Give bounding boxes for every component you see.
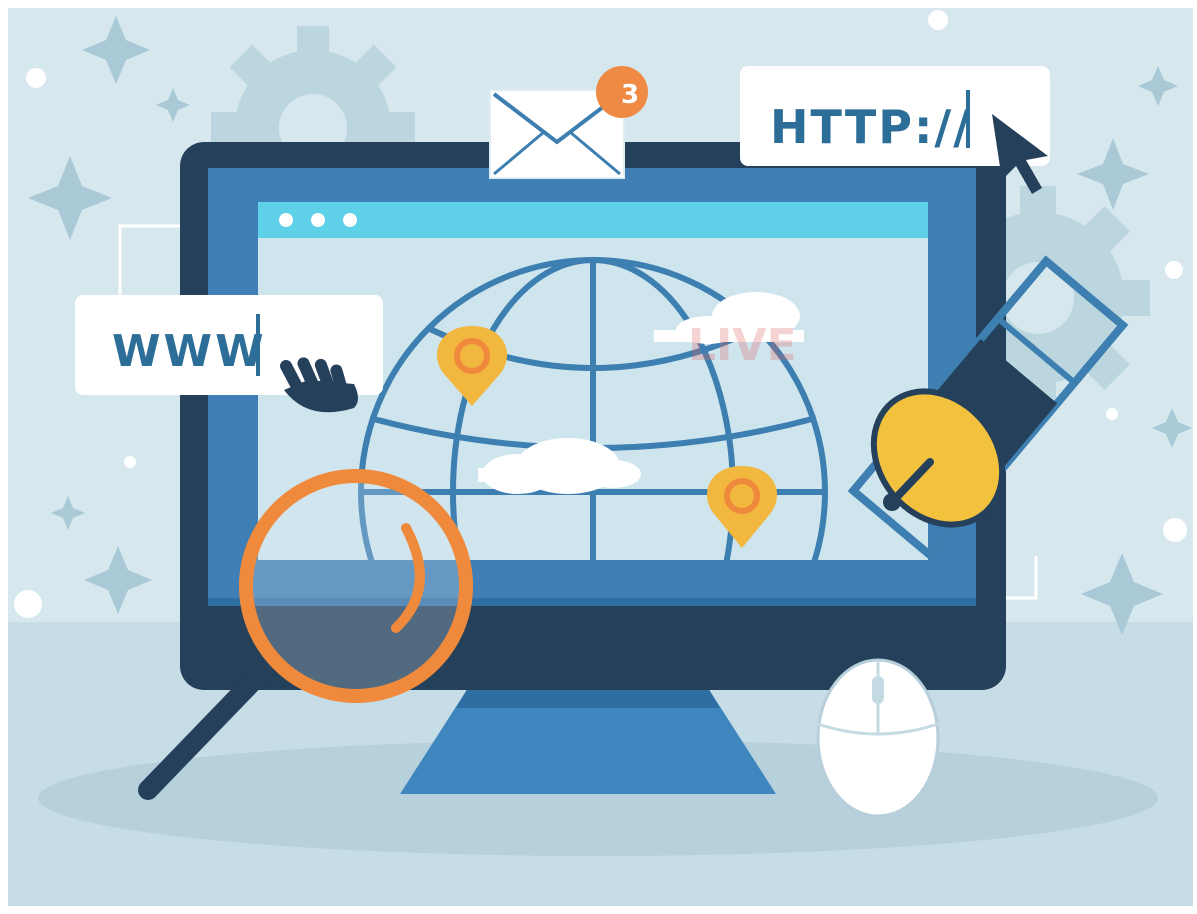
- computer-mouse-icon: [816, 658, 940, 818]
- www-bar-text: WWW: [112, 326, 267, 377]
- illustration-canvas: LIVE: [8, 10, 1193, 906]
- url-bar-text: HTTP://: [770, 100, 973, 154]
- connector-line: [118, 224, 186, 296]
- window-dot: [279, 213, 293, 227]
- notification-count: 3: [620, 80, 640, 110]
- browser-titlebar: [258, 202, 928, 238]
- watermark-logo: LIVE: [688, 320, 797, 371]
- illustration-scene: LIVE HTTP:// WWW 3: [8, 8, 1193, 906]
- window-dot: [311, 213, 325, 227]
- window-dot: [343, 213, 357, 227]
